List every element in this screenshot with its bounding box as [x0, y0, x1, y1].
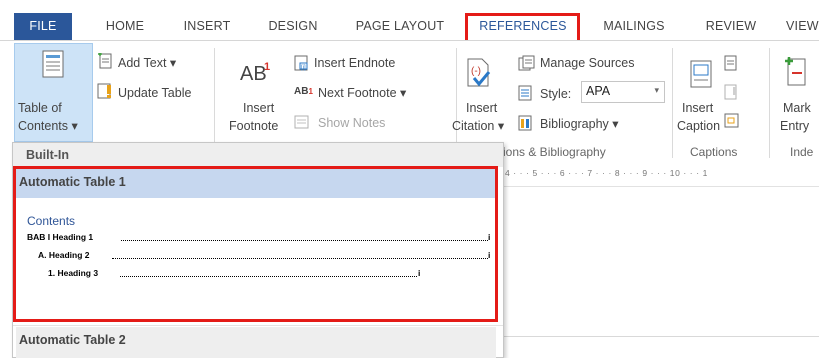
page-divider: [500, 336, 819, 337]
show-notes-icon: [294, 115, 309, 129]
tab-mailings[interactable]: MAILINGS: [598, 13, 670, 39]
style-icon: [518, 85, 532, 101]
toc-label-line1: Table of: [18, 101, 62, 115]
ruler-marks: 4 · · · 5 · · · 6 · · · 7 · · · 8 · · · …: [505, 168, 708, 178]
group-separator: [769, 48, 770, 158]
insert-endnote-button[interactable]: Insert Endnote: [314, 55, 395, 71]
insert-caption-label-1[interactable]: Insert: [682, 100, 713, 116]
mark-entry-label-2[interactable]: Entry: [780, 118, 809, 134]
citations-group-label: ions & Bibliography: [503, 145, 606, 159]
insert-citation-icon: (-): [467, 58, 491, 87]
group-separator: [672, 48, 673, 158]
manage-sources-icon: [518, 55, 535, 71]
footnote-number-icon: 1: [264, 61, 271, 73]
manage-sources-button[interactable]: Manage Sources: [540, 55, 635, 71]
update-table-button[interactable]: Update Table: [118, 85, 191, 101]
tab-view[interactable]: VIEW: [786, 13, 819, 39]
chevron-down-icon: ▾: [654, 85, 659, 95]
tab-review[interactable]: REVIEW: [700, 13, 762, 39]
toc-label-line2: Contents ▾: [18, 119, 78, 133]
insert-citation-label-2[interactable]: Citation ▾: [452, 118, 504, 134]
ab-symbol-icon: AB: [240, 63, 267, 85]
bibliography-icon: [518, 115, 532, 131]
index-group-label: Inde: [790, 145, 814, 159]
tab-design[interactable]: DESIGN: [262, 13, 324, 39]
table-of-contents-icon: [42, 50, 64, 78]
cross-reference-icon: [724, 113, 739, 128]
insert-table-of-figures-icon: [724, 55, 737, 71]
bibliography-button[interactable]: Bibliography ▾: [540, 116, 619, 132]
insert-footnote-label-1[interactable]: Insert: [243, 100, 274, 116]
insert-endnote-icon: [i]: [294, 55, 308, 71]
show-notes-button[interactable]: Show Notes: [318, 115, 385, 131]
mark-entry-label-1[interactable]: Mark: [783, 100, 811, 116]
captions-group-label: Captions: [690, 145, 738, 159]
gallery-section-header: [13, 143, 503, 167]
tab-home[interactable]: HOME: [100, 13, 150, 39]
tab-page-layout[interactable]: PAGE LAYOUT: [350, 13, 450, 39]
update-table-icon: [97, 83, 111, 99]
style-dropdown[interactable]: APA ▾: [581, 81, 665, 103]
style-label: Style:: [540, 87, 572, 101]
gallery-section-title: Built-In: [26, 148, 70, 162]
insert-citation-label-1[interactable]: Insert: [466, 100, 497, 116]
automatic-table-1-highlight: [13, 166, 498, 322]
mark-entry-icon: [785, 57, 806, 86]
svg-text:[i]: [i]: [301, 65, 306, 71]
style-dropdown-value: APA: [586, 84, 611, 98]
automatic-table-2-label: Automatic Table 2: [19, 333, 126, 347]
document-page[interactable]: [500, 187, 819, 358]
tab-file[interactable]: FILE: [14, 13, 72, 40]
add-text-icon: [98, 53, 112, 69]
gallery-divider: [13, 325, 503, 326]
add-text-button[interactable]: Add Text ▾: [118, 55, 176, 71]
svg-text:(-): (-): [471, 66, 481, 77]
insert-caption-icon: [690, 60, 712, 88]
insert-footnote-label-2[interactable]: Footnote: [229, 118, 278, 134]
insert-caption-label-2[interactable]: Caption: [677, 118, 720, 134]
tab-insert[interactable]: INSERT: [178, 13, 236, 39]
next-footnote-icon: AB1: [294, 86, 313, 97]
ribbon-tab-bar: FILE HOME INSERT DESIGN PAGE LAYOUT REFE…: [0, 0, 819, 40]
next-footnote-button[interactable]: Next Footnote ▾: [318, 85, 406, 101]
update-table-of-figures-icon: [724, 84, 737, 100]
